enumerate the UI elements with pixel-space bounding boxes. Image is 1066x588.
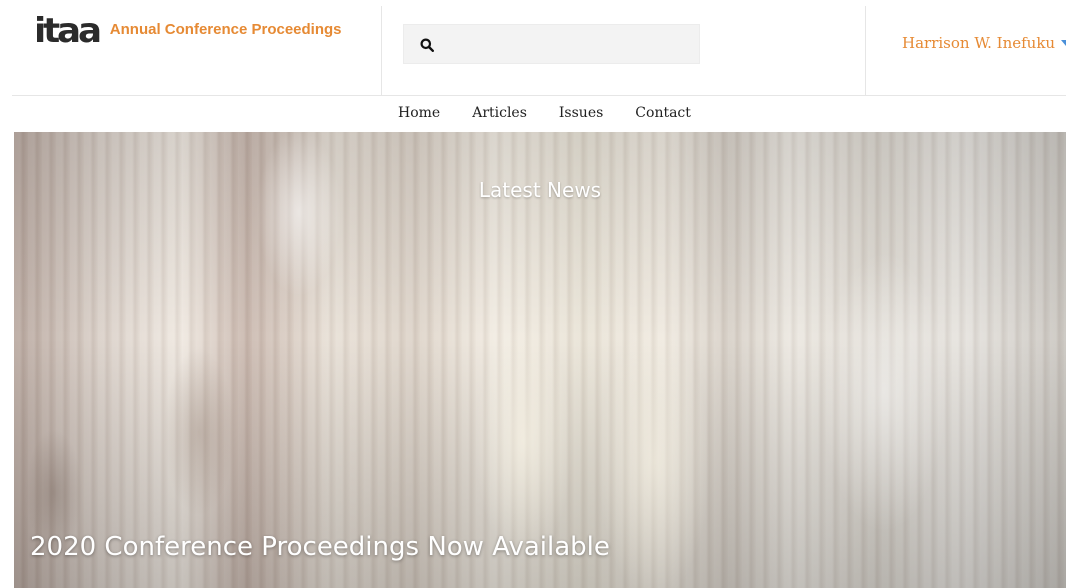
site-title[interactable]: Annual Conference Proceedings xyxy=(110,21,342,38)
caret-down-icon xyxy=(1061,40,1066,46)
hero-banner[interactable]: Latest News 2020 Conference Proceedings … xyxy=(14,132,1066,588)
itaa-logo-mark: itaa xyxy=(34,11,102,51)
search-input[interactable] xyxy=(442,25,696,65)
nav-issues[interactable]: Issues xyxy=(559,105,603,121)
site-logo[interactable]: itaa Annual Conference Proceedings xyxy=(34,14,342,48)
header-divider xyxy=(865,6,866,96)
nav-home[interactable]: Home xyxy=(398,105,440,121)
search-icon[interactable] xyxy=(420,38,434,52)
nav-articles[interactable]: Articles xyxy=(472,105,527,121)
user-name: Harrison W. Inefuku xyxy=(902,34,1056,52)
site-header: itaa Annual Conference Proceedings Harri… xyxy=(0,0,1066,96)
main-nav: Home Articles Issues Contact xyxy=(0,96,1066,132)
header-divider xyxy=(381,6,382,96)
hero-caption[interactable]: 2020 Conference Proceedings Now Availabl… xyxy=(30,532,610,562)
user-menu[interactable]: Harrison W. Inefuku xyxy=(902,34,1066,52)
hero-heading: Latest News xyxy=(478,178,602,202)
search-box[interactable] xyxy=(403,24,700,65)
nav-contact[interactable]: Contact xyxy=(635,105,691,121)
